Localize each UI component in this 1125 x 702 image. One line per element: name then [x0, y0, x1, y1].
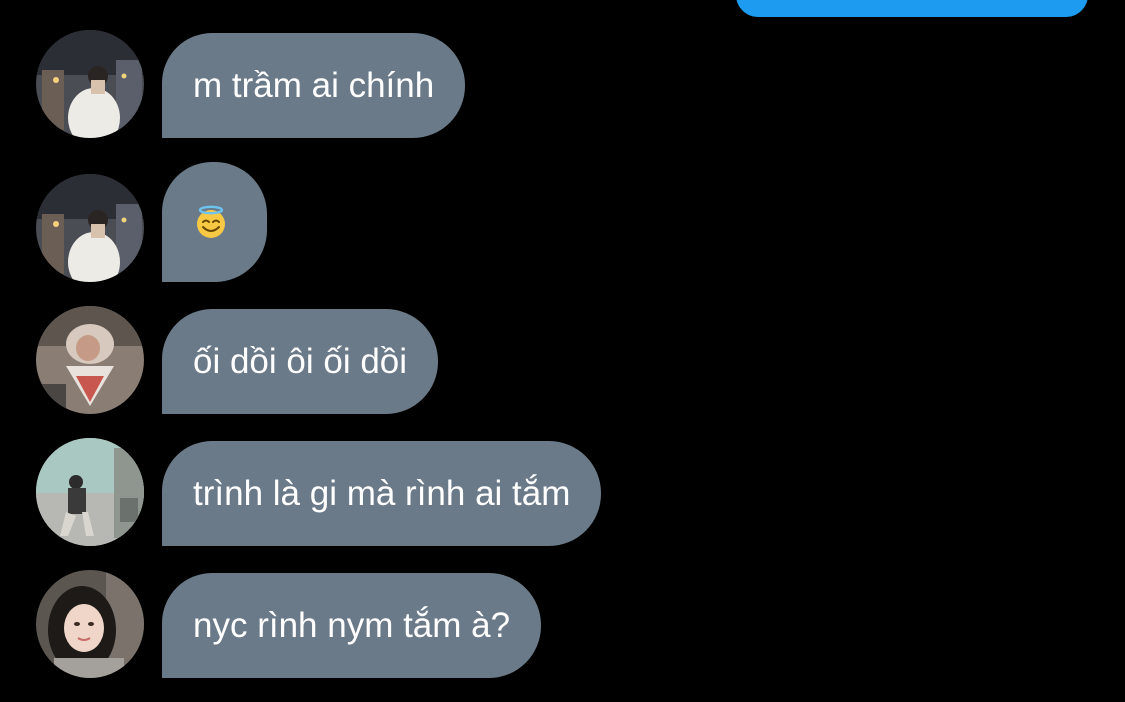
received-message-bubble[interactable]: m trầm ai chính: [162, 33, 466, 138]
avatar-photo-icon: [36, 306, 144, 414]
avatar-user-3[interactable]: [36, 438, 144, 546]
smiling-face-with-halo-icon: [197, 205, 225, 238]
sent-message-bubble[interactable]: [736, 0, 1088, 17]
avatar-photo-icon: [36, 174, 144, 282]
message-text: m trầm ai chính: [193, 65, 435, 105]
avatar-user-4[interactable]: [36, 570, 144, 678]
avatar-user-1[interactable]: [36, 30, 144, 138]
avatar-user-1[interactable]: [36, 174, 144, 282]
avatar-photo-icon: [36, 570, 144, 678]
received-message-bubble[interactable]: trình là gi mà rình ai tắm: [162, 441, 602, 546]
message-text: trình là gi mà rình ai tắm: [193, 473, 571, 513]
avatar-photo-icon: [36, 438, 144, 546]
received-message-bubble[interactable]: [162, 162, 267, 282]
message-text: ối dồi ôi ối dồi: [193, 341, 408, 381]
received-message-bubble[interactable]: ối dồi ôi ối dồi: [162, 309, 439, 414]
avatar-photo-icon: [36, 30, 144, 138]
message-text: nyc rình nym tắm à?: [193, 605, 511, 645]
received-message-bubble[interactable]: nyc rình nym tắm à?: [162, 573, 542, 678]
avatar-user-2[interactable]: [36, 306, 144, 414]
